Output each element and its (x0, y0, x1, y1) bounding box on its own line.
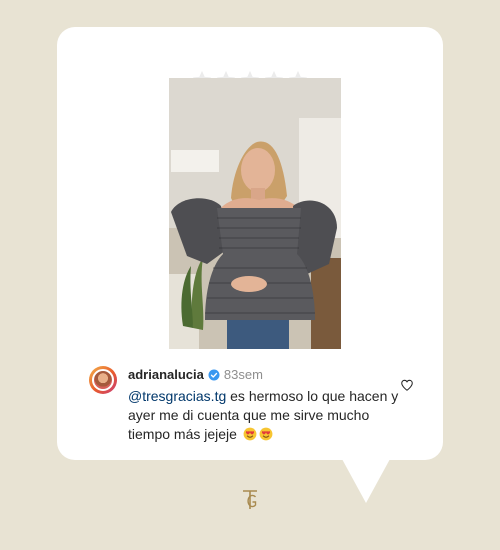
comment-time: 83sem (223, 367, 263, 382)
testimonial-card: adrianalucia 83sem @tresgracias.tg es he… (57, 27, 443, 460)
comment-text: @tresgracias.tg es hermoso lo que hacen … (128, 387, 408, 444)
heart-eyes-emoji (259, 427, 273, 441)
tg-monogram-icon (243, 490, 257, 509)
heart-eyes-emoji (243, 427, 257, 441)
customer-photo (169, 78, 341, 349)
avatar[interactable] (89, 366, 117, 394)
comment-mention[interactable]: @tresgracias.tg (128, 388, 226, 404)
comment-username[interactable]: adrianalucia (128, 367, 204, 382)
comment-meta: adrianalucia 83sem (128, 367, 263, 382)
speech-bubble-tail (342, 459, 390, 503)
photo-illustration (169, 78, 341, 349)
heart-outline-icon[interactable] (400, 378, 414, 392)
verified-badge-icon (208, 369, 220, 380)
